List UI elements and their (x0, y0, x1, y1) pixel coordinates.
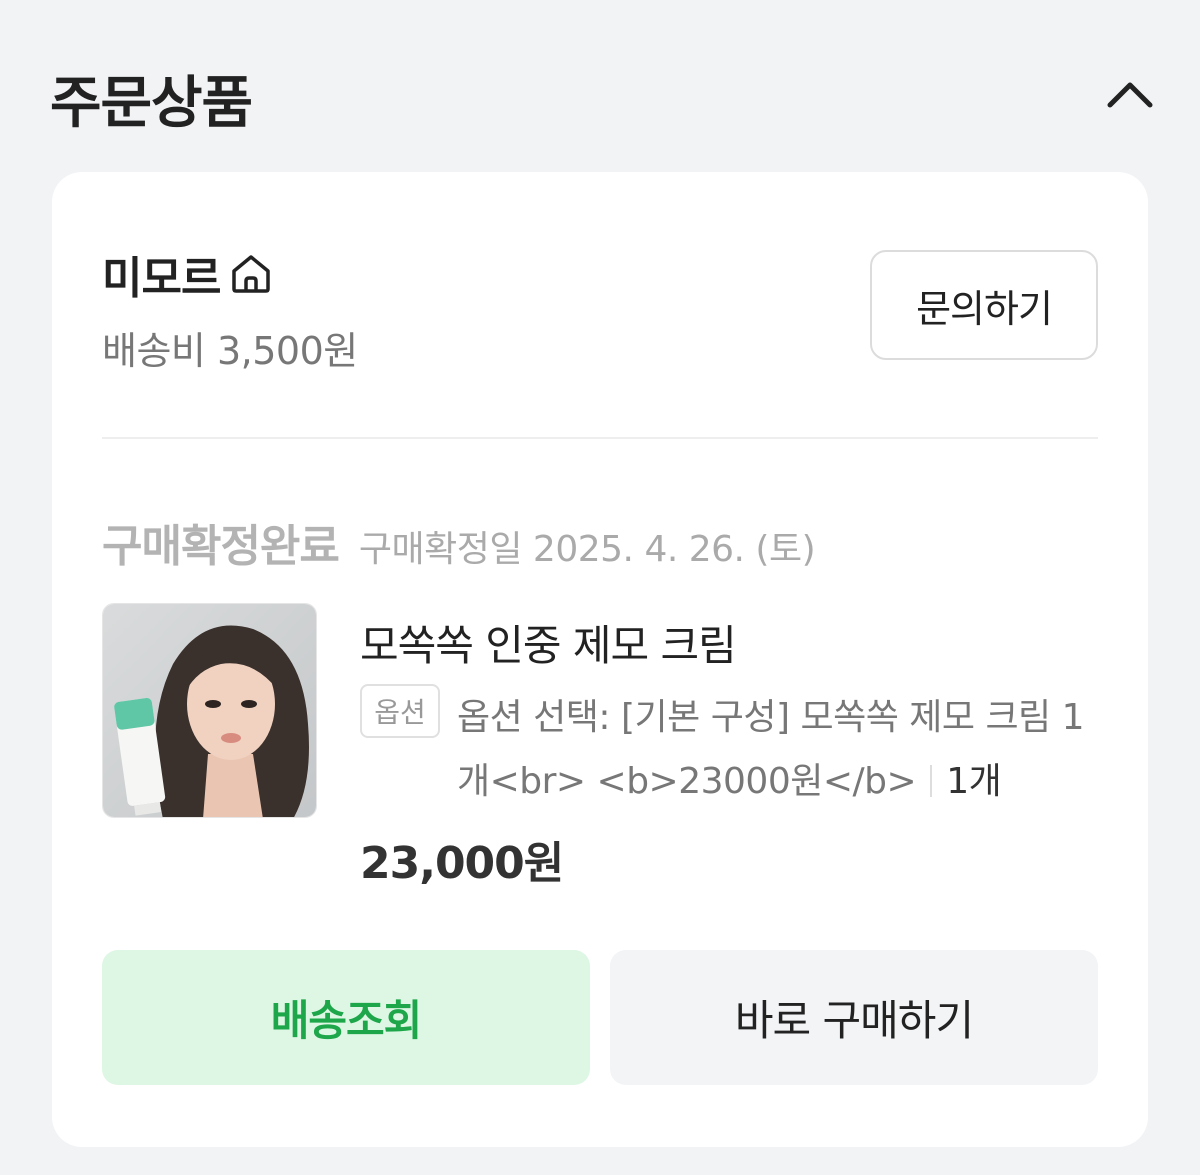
inquiry-button[interactable]: 문의하기 (870, 250, 1098, 360)
collapse-button[interactable] (1100, 66, 1160, 122)
chevron-up-icon (1107, 82, 1153, 108)
product-price: 23,000원 (360, 838, 564, 889)
order-card: 미모르 배송비 3,500원 문의하기 구매확정완료 구매확정일 2025. 4… (52, 172, 1148, 1147)
confirm-date: 구매확정일 2025. 4. 26. (토) (358, 529, 816, 570)
divider (102, 437, 1098, 439)
seller-name: 미모르 (102, 253, 221, 304)
seller-link[interactable]: 미모르 (102, 242, 274, 306)
option-description: 옵션 선택: [기본 구성] 모쏙쏙 제모 크림 1개<br> <b>23000… (457, 686, 1097, 814)
track-delivery-button[interactable]: 배송조회 (102, 950, 590, 1085)
product-thumbnail[interactable] (102, 603, 317, 818)
order-status-row: 구매확정완료 구매확정일 2025. 4. 26. (토) (102, 510, 816, 574)
order-status: 구매확정완료 (102, 521, 340, 572)
quantity: 1개 (946, 761, 1002, 802)
option-badge: 옵션 (360, 684, 440, 738)
shipping-fee: 배송비 3,500원 (102, 329, 358, 373)
buy-again-button[interactable]: 바로 구매하기 (610, 950, 1098, 1085)
product-name[interactable]: 모쏙쏙 인중 제모 크림 (360, 612, 737, 673)
product-image (103, 604, 316, 817)
home-icon (228, 251, 274, 297)
order-items-header: 주문상품 (0, 0, 1200, 172)
section-title: 주문상품 (50, 71, 253, 136)
quantity-separator (930, 765, 933, 797)
